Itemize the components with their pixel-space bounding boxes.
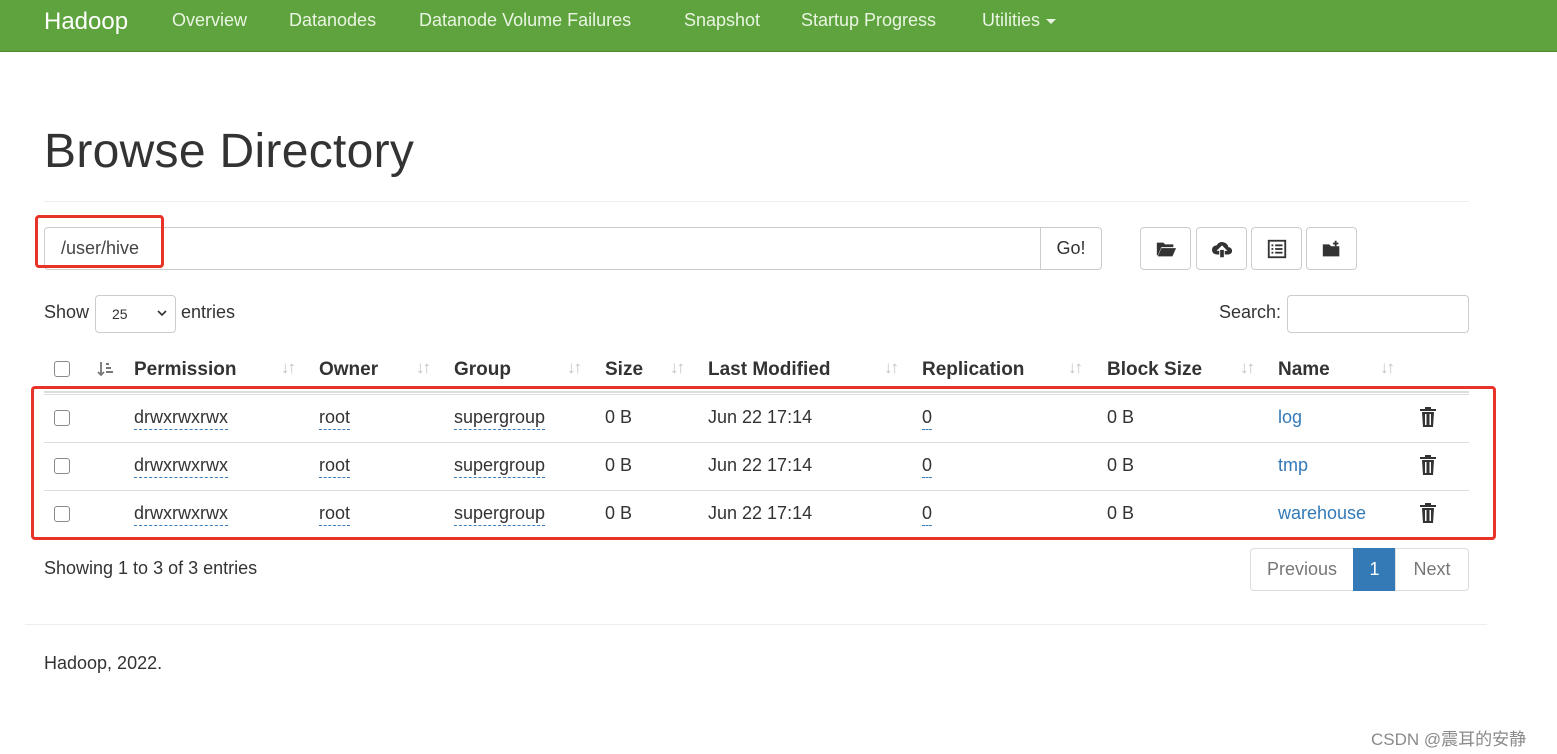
name-link[interactable]: warehouse bbox=[1278, 503, 1366, 524]
list-view-button[interactable] bbox=[1251, 227, 1302, 270]
group-cell[interactable]: supergroup bbox=[454, 407, 546, 430]
upload-button[interactable] bbox=[1196, 227, 1247, 270]
replication-cell[interactable]: 0 bbox=[922, 503, 933, 526]
nav-datanodes[interactable]: Datanodes bbox=[289, 10, 376, 31]
table-header: Permission ↓↑ Owner ↓↑ Group ↓↑ Size ↓↑ … bbox=[44, 350, 1469, 393]
nav-startup-progress[interactable]: Startup Progress bbox=[801, 10, 936, 31]
table-row: drwxrwxrwx root supergroup 0 B Jun 22 17… bbox=[44, 490, 1469, 538]
entries-selected-value: 25 bbox=[112, 306, 128, 322]
column-header-name[interactable]: Name bbox=[1278, 359, 1330, 381]
sort-icon[interactable]: ↓↑ bbox=[567, 358, 582, 378]
owner-cell[interactable]: root bbox=[319, 455, 351, 478]
column-header-permission[interactable]: Permission bbox=[134, 359, 236, 381]
nav-utilities-dropdown[interactable]: Utilities bbox=[982, 10, 1057, 31]
size-cell: 0 B bbox=[605, 503, 633, 523]
select-all-checkbox[interactable] bbox=[54, 361, 70, 377]
sort-icon[interactable]: ↓↑ bbox=[1068, 358, 1083, 378]
last-modified-cell: Jun 22 17:14 bbox=[708, 503, 813, 523]
folder-open-icon bbox=[1156, 242, 1176, 256]
table-info: Showing 1 to 3 of 3 entries bbox=[44, 558, 258, 578]
caret-down-icon bbox=[1046, 18, 1057, 24]
nav-overview[interactable]: Overview bbox=[172, 10, 247, 31]
footer-copyright: Hadoop, 2022. bbox=[44, 653, 163, 673]
nav-datanode-volume-failures[interactable]: Datanode Volume Failures bbox=[419, 10, 631, 31]
divider bbox=[44, 201, 1469, 202]
permission-cell[interactable]: drwxrwxrwx bbox=[134, 503, 228, 526]
block-size-cell: 0 B bbox=[1107, 503, 1135, 523]
sort-icon[interactable]: ↓↑ bbox=[281, 358, 296, 378]
permission-cell[interactable]: drwxrwxrwx bbox=[134, 407, 228, 430]
block-size-cell: 0 B bbox=[1107, 455, 1135, 475]
sort-icon[interactable]: ↓↑ bbox=[884, 358, 899, 378]
search-label: Search: bbox=[1219, 302, 1282, 322]
column-header-size[interactable]: Size bbox=[605, 359, 643, 381]
sort-icon[interactable]: ↓↑ bbox=[416, 358, 431, 378]
size-cell: 0 B bbox=[605, 407, 633, 427]
replication-cell[interactable]: 0 bbox=[922, 455, 933, 478]
sort-icon[interactable]: ↓↑ bbox=[670, 358, 685, 378]
size-cell: 0 B bbox=[605, 455, 633, 475]
sort-ascending-icon[interactable] bbox=[96, 360, 114, 378]
previous-page-button[interactable]: Previous bbox=[1250, 548, 1354, 591]
next-page-button[interactable]: Next bbox=[1395, 548, 1469, 591]
row-checkbox[interactable] bbox=[54, 506, 70, 522]
column-header-replication[interactable]: Replication bbox=[922, 359, 1024, 381]
group-cell[interactable]: supergroup bbox=[454, 503, 546, 526]
top-navbar: Hadoop Overview Datanodes Datanode Volum… bbox=[0, 0, 1557, 52]
column-header-block-size[interactable]: Block Size bbox=[1107, 359, 1202, 381]
page-title: Browse Directory bbox=[44, 125, 415, 178]
directory-path-input[interactable] bbox=[44, 227, 1041, 270]
create-folder-icon bbox=[1322, 240, 1339, 256]
create-directory-button[interactable] bbox=[1306, 227, 1357, 270]
chevron-down-icon bbox=[157, 310, 167, 317]
name-link[interactable]: tmp bbox=[1278, 455, 1308, 476]
trash-icon[interactable] bbox=[1420, 455, 1436, 475]
column-header-group[interactable]: Group bbox=[454, 359, 511, 381]
last-modified-cell: Jun 22 17:14 bbox=[708, 407, 813, 427]
search-input[interactable] bbox=[1287, 295, 1469, 333]
name-link[interactable]: log bbox=[1278, 407, 1302, 428]
cloud-upload-icon bbox=[1211, 241, 1232, 257]
nav-utilities-label: Utilities bbox=[982, 10, 1041, 30]
table-row: drwxrwxrwx root supergroup 0 B Jun 22 17… bbox=[44, 442, 1469, 490]
entries-per-page-select[interactable]: 25 bbox=[95, 295, 176, 333]
go-button[interactable]: Go! bbox=[1040, 227, 1102, 270]
permission-cell[interactable]: drwxrwxrwx bbox=[134, 455, 228, 478]
sort-icon[interactable]: ↓↑ bbox=[1240, 358, 1255, 378]
row-checkbox[interactable] bbox=[54, 410, 70, 426]
group-cell[interactable]: supergroup bbox=[454, 455, 546, 478]
column-header-owner[interactable]: Owner bbox=[319, 359, 378, 381]
footer-divider bbox=[25, 624, 1487, 625]
browse-folder-button[interactable] bbox=[1140, 227, 1191, 270]
watermark: CSDN @震耳的安静 bbox=[1371, 730, 1527, 749]
column-header-last-modified[interactable]: Last Modified bbox=[708, 359, 830, 381]
nav-snapshot[interactable]: Snapshot bbox=[684, 10, 760, 31]
list-icon bbox=[1267, 239, 1286, 258]
trash-icon[interactable] bbox=[1420, 503, 1436, 523]
last-modified-cell: Jun 22 17:14 bbox=[708, 455, 813, 475]
trash-icon[interactable] bbox=[1420, 407, 1436, 427]
show-label: Show bbox=[44, 302, 90, 322]
table-row: drwxrwxrwx root supergroup 0 B Jun 22 17… bbox=[44, 394, 1469, 442]
owner-cell[interactable]: root bbox=[319, 407, 351, 430]
brand-link[interactable]: Hadoop bbox=[44, 8, 128, 36]
owner-cell[interactable]: root bbox=[319, 503, 351, 526]
replication-cell[interactable]: 0 bbox=[922, 407, 933, 430]
block-size-cell: 0 B bbox=[1107, 407, 1135, 427]
sort-icon[interactable]: ↓↑ bbox=[1380, 358, 1395, 378]
row-checkbox[interactable] bbox=[54, 458, 70, 474]
page-1-button[interactable]: 1 bbox=[1353, 548, 1396, 591]
entries-label: entries bbox=[181, 302, 236, 322]
